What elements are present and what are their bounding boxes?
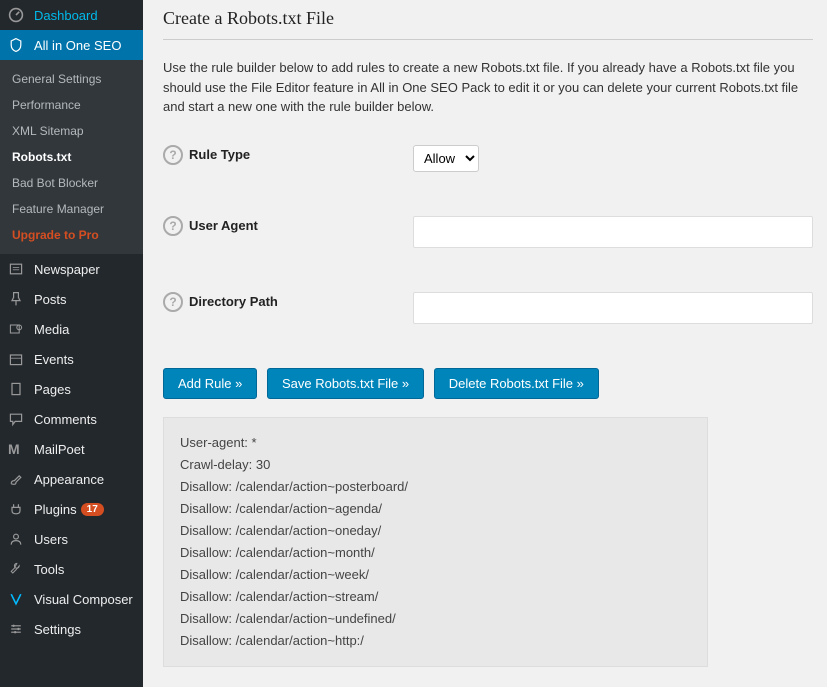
help-icon[interactable]: ?	[163, 292, 183, 312]
delete-button[interactable]: Delete Robots.txt File »	[434, 368, 599, 399]
button-row: Add Rule » Save Robots.txt File » Delete…	[163, 368, 813, 399]
sidebar-label: Pages	[34, 382, 71, 397]
dashboard-icon	[8, 7, 28, 23]
media-icon	[8, 321, 28, 337]
sidebar-item-visual-composer[interactable]: Visual Composer	[0, 584, 143, 614]
aioseo-submenu: General Settings Performance XML Sitemap…	[0, 60, 143, 254]
sidebar-label: Events	[34, 352, 74, 367]
user-icon	[8, 531, 28, 547]
sidebar-item-plugins[interactable]: Plugins 17	[0, 494, 143, 524]
plugin-icon	[8, 501, 28, 517]
field-user-agent: ? User Agent	[163, 216, 813, 248]
robots-line: Disallow: /calendar/action~agenda/	[180, 498, 691, 520]
sidebar-item-aioseo[interactable]: All in One SEO	[0, 30, 143, 60]
directory-path-input[interactable]	[413, 292, 813, 324]
robots-line: Disallow: /calendar/action~http:/	[180, 630, 691, 652]
wrench-icon	[8, 561, 28, 577]
sidebar-item-appearance[interactable]: Appearance	[0, 464, 143, 494]
sidebar-item-events[interactable]: Events	[0, 344, 143, 374]
submenu-upgrade[interactable]: Upgrade to Pro	[0, 222, 143, 248]
sidebar-label: All in One SEO	[34, 38, 121, 53]
sidebar-label: Users	[34, 532, 68, 547]
admin-sidebar: Dashboard All in One SEO General Setting…	[0, 0, 143, 687]
sidebar-item-tools[interactable]: Tools	[0, 554, 143, 584]
page-icon	[8, 381, 28, 397]
pin-icon	[8, 291, 28, 307]
plugins-badge: 17	[81, 503, 104, 516]
comment-icon	[8, 411, 28, 427]
sidebar-item-posts[interactable]: Posts	[0, 284, 143, 314]
intro-text: Use the rule builder below to add rules …	[163, 58, 803, 117]
sidebar-item-newspaper[interactable]: Newspaper	[0, 254, 143, 284]
robots-line: Disallow: /calendar/action~week/	[180, 564, 691, 586]
field-rule-type: ? Rule Type Allow	[163, 145, 813, 172]
sidebar-item-pages[interactable]: Pages	[0, 374, 143, 404]
sidebar-item-dashboard[interactable]: Dashboard	[0, 0, 143, 30]
brush-icon	[8, 471, 28, 487]
rule-type-label: Rule Type	[189, 147, 250, 162]
main-content: Create a Robots.txt File Use the rule bu…	[143, 0, 827, 687]
robots-preview: User-agent: * Crawl-delay: 30 Disallow: …	[163, 417, 708, 668]
sidebar-label: Plugins	[34, 502, 77, 517]
sidebar-label: Newspaper	[34, 262, 100, 277]
sidebar-label: Visual Composer	[34, 592, 133, 607]
sidebar-item-media[interactable]: Media	[0, 314, 143, 344]
sidebar-label: Dashboard	[34, 8, 98, 23]
sidebar-label: Tools	[34, 562, 64, 577]
submenu-badbot[interactable]: Bad Bot Blocker	[0, 170, 143, 196]
sidebar-label: Posts	[34, 292, 67, 307]
submenu-robots[interactable]: Robots.txt	[0, 144, 143, 170]
submenu-feature[interactable]: Feature Manager	[0, 196, 143, 222]
sidebar-item-mailpoet[interactable]: M MailPoet	[0, 434, 143, 464]
rule-type-select[interactable]: Allow	[413, 145, 479, 172]
sidebar-item-users[interactable]: Users	[0, 524, 143, 554]
submenu-sitemap[interactable]: XML Sitemap	[0, 118, 143, 144]
sidebar-label: Appearance	[34, 472, 104, 487]
help-icon[interactable]: ?	[163, 216, 183, 236]
sidebar-item-settings[interactable]: Settings	[0, 614, 143, 644]
robots-line: Crawl-delay: 30	[180, 454, 691, 476]
user-agent-input[interactable]	[413, 216, 813, 248]
submenu-general[interactable]: General Settings	[0, 66, 143, 92]
robots-line: Disallow: /calendar/action~posterboard/	[180, 476, 691, 498]
calendar-icon	[8, 351, 28, 367]
save-button[interactable]: Save Robots.txt File »	[267, 368, 424, 399]
robots-line: Disallow: /calendar/action~oneday/	[180, 520, 691, 542]
newspaper-icon	[8, 261, 28, 277]
sidebar-label: Media	[34, 322, 69, 337]
mailpoet-icon: M	[8, 441, 28, 457]
help-icon[interactable]: ?	[163, 145, 183, 165]
add-rule-button[interactable]: Add Rule »	[163, 368, 257, 399]
sidebar-item-comments[interactable]: Comments	[0, 404, 143, 434]
page-title: Create a Robots.txt File	[163, 0, 813, 40]
sidebar-label: Settings	[34, 622, 81, 637]
field-directory-path: ? Directory Path	[163, 292, 813, 324]
visual-composer-icon	[8, 591, 28, 607]
robots-line: Disallow: /calendar/action~stream/	[180, 586, 691, 608]
directory-path-label: Directory Path	[189, 294, 278, 309]
robots-line: User-agent: *	[180, 432, 691, 454]
submenu-performance[interactable]: Performance	[0, 92, 143, 118]
shield-icon	[8, 37, 28, 53]
settings-icon	[8, 621, 28, 637]
sidebar-label: MailPoet	[34, 442, 85, 457]
robots-line: Disallow: /calendar/action~month/	[180, 542, 691, 564]
user-agent-label: User Agent	[189, 218, 258, 233]
robots-line: Disallow: /calendar/action~undefined/	[180, 608, 691, 630]
sidebar-label: Comments	[34, 412, 97, 427]
